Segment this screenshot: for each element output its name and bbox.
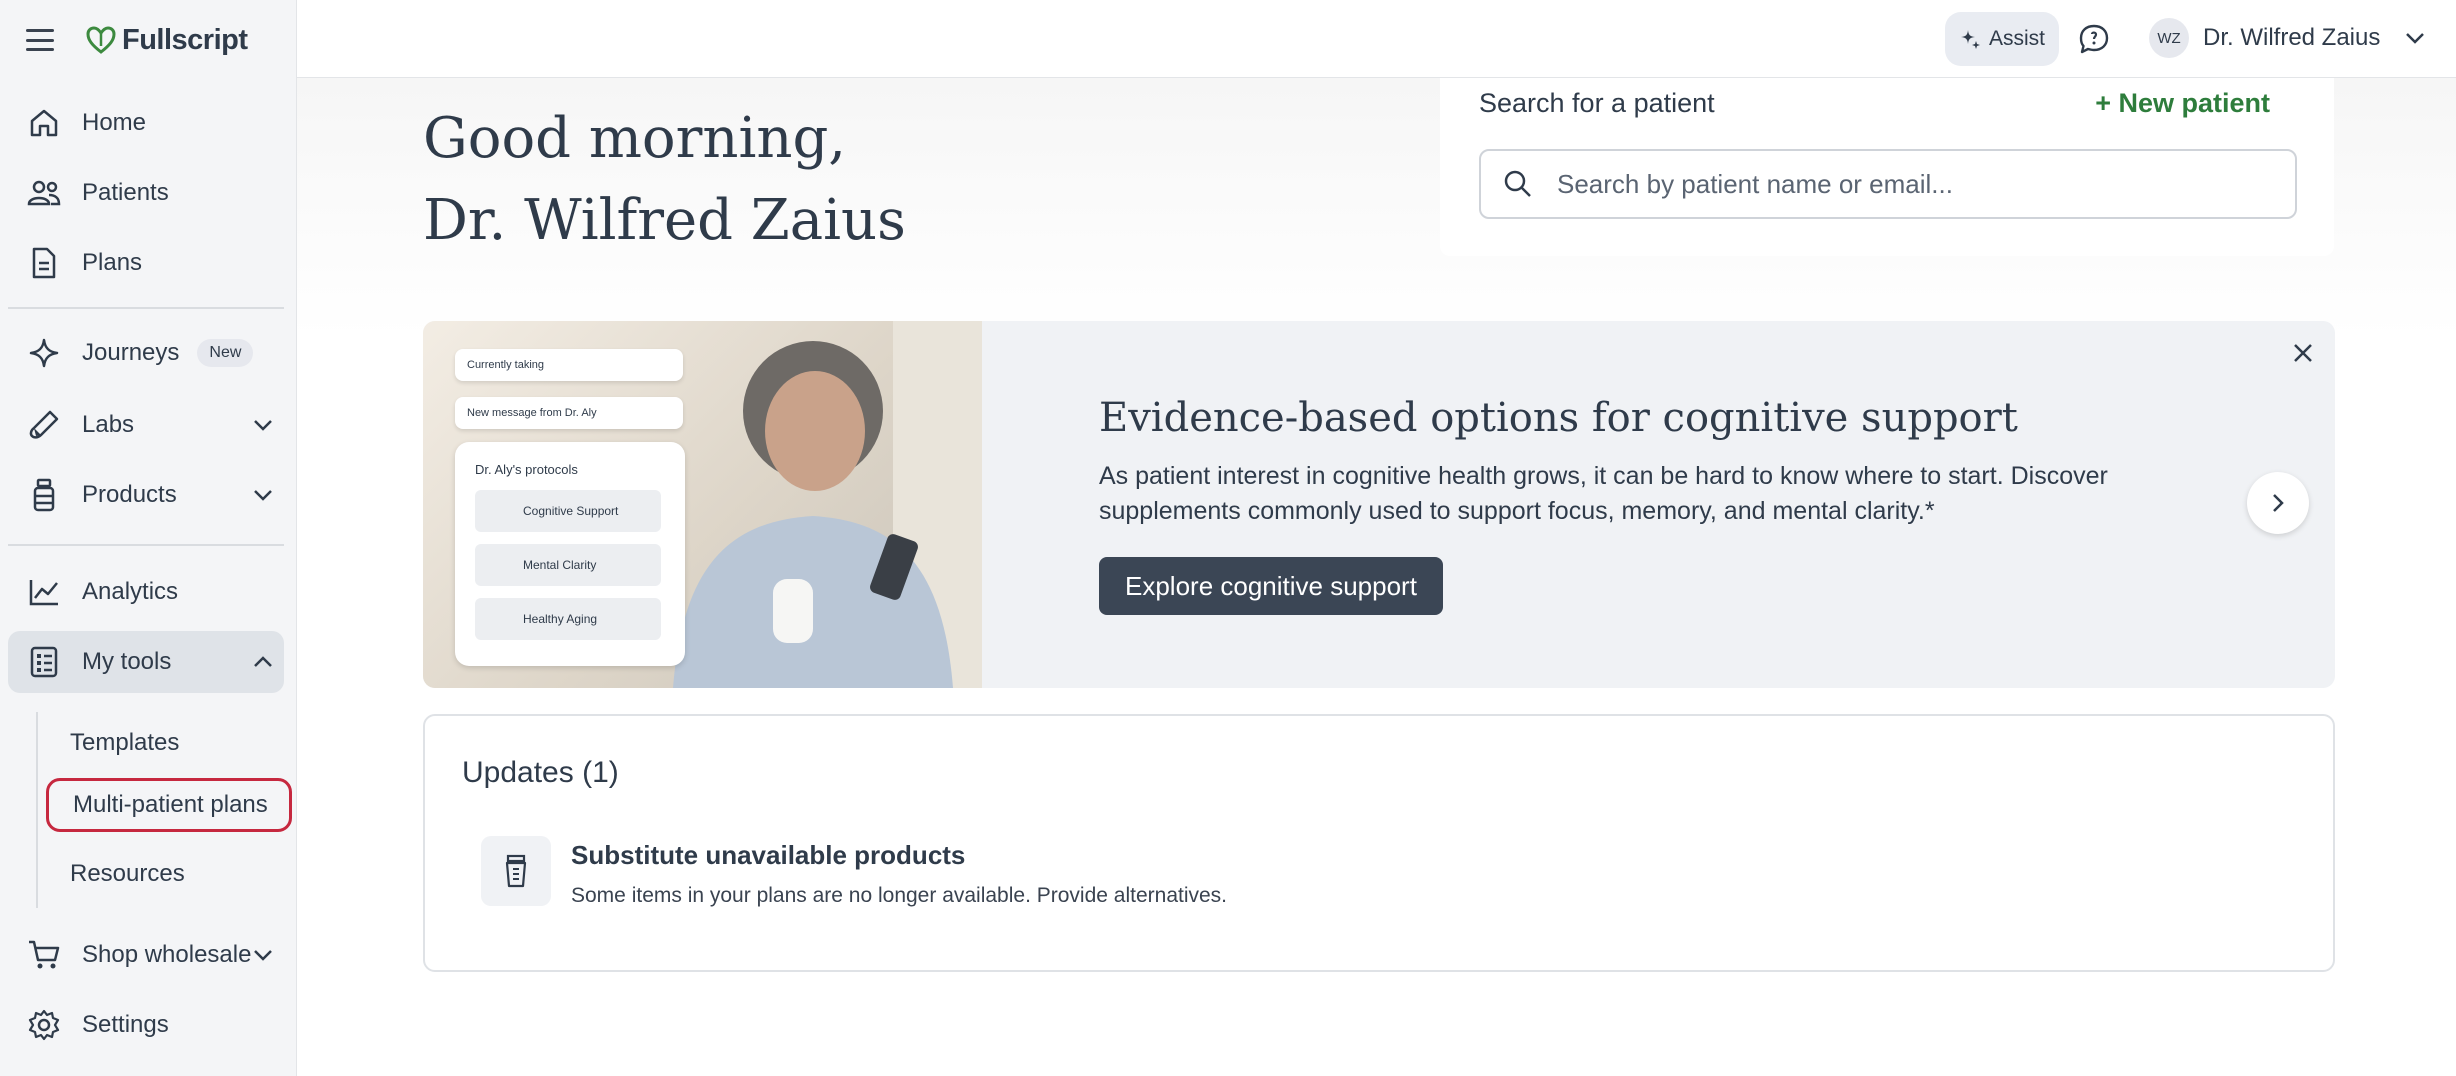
update-title: Substitute unavailable products	[571, 840, 966, 870]
mock-pill-currently-taking: Currently taking	[455, 349, 683, 381]
assist-button[interactable]: Assist	[1945, 12, 2060, 66]
avatar: WZ	[2149, 18, 2189, 58]
mock-row: Healthy Aging	[475, 598, 661, 640]
patient-search-input[interactable]	[1557, 168, 2257, 200]
chart-line-icon	[26, 574, 62, 610]
explore-cognitive-support-button[interactable]: Explore cognitive support	[1099, 557, 1443, 615]
brand-name: Fullscript	[122, 23, 248, 56]
banner-body: As patient interest in cognitive health …	[1099, 462, 2108, 525]
chevron-down-icon	[254, 950, 272, 961]
gear-icon	[26, 1007, 62, 1043]
mock-row: Cognitive Support	[475, 490, 661, 532]
chevron-down-icon	[2406, 33, 2425, 44]
chevron-up-icon	[254, 656, 272, 667]
sidebar: Fullscript Home Patients Plans Journeys …	[0, 0, 297, 1076]
top-bar: Assist WZ Dr. Wilfred Zaius	[297, 0, 2456, 78]
sidebar-item-label: Plans	[82, 249, 143, 276]
sidebar-item-my-tools[interactable]: My tools	[8, 631, 284, 693]
sidebar-item-analytics[interactable]: Analytics	[8, 561, 284, 623]
chat-icon[interactable]	[2077, 22, 2111, 56]
sparkle-icon	[26, 335, 62, 371]
promo-banner: Currently taking New message from Dr. Al…	[423, 321, 2335, 688]
patient-search-card: Search for a patient + New patient	[1440, 78, 2334, 256]
new-patient-link[interactable]: + New patient	[2095, 88, 2270, 119]
sidebar-item-plans[interactable]: Plans	[8, 232, 284, 294]
search-box	[1479, 149, 2297, 219]
user-menu[interactable]: WZ Dr. Wilfred Zaius	[2149, 18, 2428, 58]
sub-item-resources[interactable]: Resources	[46, 847, 185, 901]
sidebar-item-label: Settings	[82, 1011, 169, 1038]
greeting-line-2: Dr. Wilfred Zaius	[423, 188, 906, 253]
banner-next-button[interactable]	[2247, 472, 2309, 534]
cart-icon	[26, 937, 62, 973]
sidebar-divider	[8, 307, 284, 309]
document-icon	[26, 245, 62, 281]
sidebar-item-shop-wholesale[interactable]: Shop wholesale	[8, 924, 284, 986]
updates-title: Updates (1)	[462, 756, 619, 789]
search-title: Search for a patient	[1479, 88, 1715, 118]
sidebar-item-label: Home	[82, 109, 147, 136]
mock-pill-new-message: New message from Dr. Aly	[455, 397, 683, 429]
user-name: Dr. Wilfred Zaius	[2203, 24, 2381, 51]
greeting-line-1: Good morning,	[423, 106, 847, 171]
sidebar-item-label: Products	[82, 481, 177, 508]
sidebar-item-label: Journeys	[82, 339, 180, 366]
home-icon	[26, 105, 62, 141]
updates-card: Updates (1) Substitute unavailable produ…	[423, 714, 2335, 972]
sidebar-item-label: My tools	[82, 648, 172, 675]
sub-item-multi-patient-plans[interactable]: Multi-patient plans	[46, 778, 292, 832]
search-icon	[1504, 170, 1531, 197]
chevron-right-icon	[2273, 494, 2284, 512]
main-content: Good morning, Dr. Wilfred Zaius Search f…	[297, 78, 2456, 1076]
bottle-icon	[26, 477, 62, 513]
subnav-line	[36, 712, 38, 908]
banner-image: Currently taking New message from Dr. Al…	[423, 321, 982, 688]
menu-icon[interactable]	[26, 29, 54, 51]
assist-label: Assist	[1989, 27, 2046, 50]
sidebar-item-label: Patients	[82, 179, 169, 206]
close-icon[interactable]	[2289, 339, 2317, 367]
mock-row: Mental Clarity	[475, 544, 661, 586]
banner-title: Evidence-based options for cognitive sup…	[1099, 395, 2018, 441]
sidebar-item-label: Shop wholesale	[82, 941, 252, 968]
assist-sparkle-icon	[1961, 30, 1980, 49]
sidebar-divider	[8, 544, 284, 546]
greeting: Good morning, Dr. Wilfred Zaius	[423, 98, 906, 262]
dropper-icon	[26, 407, 62, 443]
leaf-heart-icon	[86, 26, 116, 54]
update-item[interactable]: Substitute unavailable products Some ite…	[481, 836, 1681, 916]
chevron-down-icon	[254, 490, 272, 501]
patients-icon	[26, 175, 62, 211]
brand-header: Fullscript	[26, 22, 248, 58]
sidebar-item-journeys[interactable]: Journeys New	[8, 322, 284, 384]
sidebar-item-label: Analytics	[82, 578, 179, 605]
sidebar-item-home[interactable]: Home	[8, 92, 284, 154]
update-description: Some items in your plans are no longer a…	[571, 884, 1228, 907]
mock-card-title: Dr. Aly's protocols	[475, 462, 578, 477]
sidebar-item-products[interactable]: Products	[8, 464, 284, 526]
mock-pill-label: New message from Dr. Aly	[467, 407, 597, 419]
mock-protocol-card: Dr. Aly's protocols Cognitive Support Me…	[455, 442, 685, 666]
mock-pill-label: Currently taking	[467, 359, 545, 371]
sub-item-templates[interactable]: Templates	[46, 716, 179, 770]
sidebar-item-labs[interactable]: Labs	[8, 394, 284, 456]
new-badge: New	[197, 339, 254, 367]
fullscript-logo[interactable]: Fullscript	[86, 24, 248, 57]
chevron-down-icon	[254, 420, 272, 431]
sidebar-item-patients[interactable]: Patients	[8, 162, 284, 224]
sidebar-item-settings[interactable]: Settings	[8, 994, 284, 1056]
checklist-icon	[26, 644, 62, 680]
bottle-outline-icon	[481, 836, 551, 906]
sidebar-item-label: Labs	[82, 411, 135, 438]
